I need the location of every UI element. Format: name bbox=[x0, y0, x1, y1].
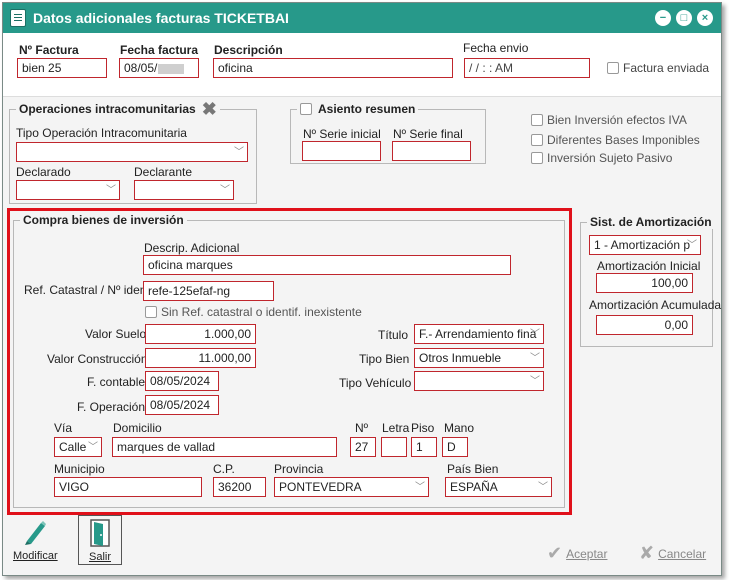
fecha-envio-input[interactable]: / / : : AM bbox=[464, 58, 590, 78]
checkbox-icon bbox=[300, 103, 312, 115]
cross-icon: ✘ bbox=[639, 543, 655, 563]
amortizacion-inicial-input[interactable]: 100,00 bbox=[596, 273, 693, 293]
amortizacion-title: Sist. de Amortización bbox=[587, 215, 715, 229]
chevron-down-icon: ﹀ bbox=[106, 185, 116, 196]
asiento-resumen-checkbox[interactable] bbox=[300, 103, 316, 115]
cancelar-label: Cancelar bbox=[658, 546, 707, 561]
serie-final-label: Nº Serie final bbox=[393, 127, 463, 141]
factura-input[interactable]: bien 25 bbox=[17, 58, 107, 78]
aceptar-button[interactable]: ✔ Aceptar bbox=[547, 543, 607, 564]
intracomunitarias-group: Operaciones intracomunitarias ✖ Tipo Ope… bbox=[9, 100, 257, 204]
bases-imponibles-checkbox[interactable]: Diferentes Bases Imponibles bbox=[531, 133, 700, 147]
redacted-block bbox=[158, 63, 185, 74]
fecha-envio-label: Fecha envio bbox=[463, 41, 529, 55]
descripcion-input[interactable]: oficina bbox=[213, 58, 453, 78]
asiento-resumen-title[interactable]: Asiento resumen bbox=[297, 102, 419, 116]
checkbox-icon bbox=[531, 114, 543, 126]
amortizacion-acumulada-label: Amortización Acumulada bbox=[589, 298, 722, 312]
bien-inversion-label: Bien Inversión efectos IVA bbox=[547, 113, 687, 127]
modificar-label: Modificar bbox=[13, 550, 58, 562]
clear-x-icon[interactable]: ✖ bbox=[202, 100, 217, 118]
declarado-select[interactable]: ﹀ bbox=[16, 180, 120, 200]
chevron-down-icon: ﹀ bbox=[220, 185, 230, 196]
checkmark-icon: ✔ bbox=[547, 543, 563, 563]
salir-label: Salir bbox=[88, 551, 111, 563]
amortizacion-group: Sist. de Amortización 1 - Amortización p… bbox=[580, 215, 721, 347]
modificar-button[interactable]: Modificar bbox=[13, 517, 58, 563]
minimize-icon[interactable]: − bbox=[655, 10, 671, 26]
factura-enviada-checkbox[interactable]: Factura enviada bbox=[607, 61, 709, 75]
serie-inicial-input[interactable] bbox=[302, 141, 381, 161]
sistema-amortizacion-select[interactable]: 1 - Amortización p ﹀ bbox=[589, 235, 701, 255]
highlight-frame bbox=[7, 208, 572, 515]
sujeto-pasivo-checkbox[interactable]: Inversión Sujeto Pasivo bbox=[531, 151, 672, 165]
intracomunitarias-title-text: Operaciones intracomunitarias bbox=[19, 102, 196, 116]
bases-imponibles-label: Diferentes Bases Imponibles bbox=[547, 133, 700, 147]
dialog-window: Datos adicionales facturas TICKETBAI − □… bbox=[2, 2, 722, 576]
salir-button[interactable]: Salir bbox=[78, 515, 122, 565]
chevron-down-icon: ﹀ bbox=[687, 240, 697, 251]
chevron-down-icon: ﹀ bbox=[234, 147, 244, 158]
header-panel: Nº Factura bien 25 Fecha factura 08/05/ … bbox=[3, 33, 721, 97]
amortizacion-inicial-label: Amortización Inicial bbox=[597, 259, 701, 273]
tipo-operacion-label: Tipo Operación Intracomunitaria bbox=[16, 126, 187, 140]
checkbox-icon bbox=[531, 152, 543, 164]
amortizacion-acumulada-input[interactable]: 0,00 bbox=[596, 315, 693, 335]
cancelar-button[interactable]: ✘ Cancelar bbox=[639, 543, 706, 564]
serie-inicial-label: Nº Serie inicial bbox=[303, 127, 381, 141]
tipo-operacion-select[interactable]: ﹀ bbox=[16, 142, 248, 162]
document-icon bbox=[10, 9, 26, 27]
declarado-label: Declarado bbox=[16, 165, 71, 179]
descripcion-label: Descripción bbox=[214, 43, 283, 57]
declarante-select[interactable]: ﹀ bbox=[134, 180, 234, 200]
sistema-amortizacion-value: 1 - Amortización p bbox=[594, 238, 691, 252]
checkbox-icon bbox=[607, 62, 619, 74]
close-icon[interactable]: × bbox=[697, 10, 713, 26]
asiento-resumen-group: Asiento resumen Nº Serie inicial Nº Seri… bbox=[290, 102, 486, 164]
fecha-factura-label: Fecha factura bbox=[120, 43, 199, 57]
pen-icon bbox=[25, 521, 46, 545]
sujeto-pasivo-label: Inversión Sujeto Pasivo bbox=[547, 151, 673, 165]
serie-final-input[interactable] bbox=[392, 141, 471, 161]
title-bar: Datos adicionales facturas TICKETBAI − □… bbox=[3, 3, 721, 33]
checkbox-icon bbox=[531, 134, 543, 146]
fecha-factura-input[interactable]: 08/05/ bbox=[119, 58, 199, 78]
declarante-label: Declarante bbox=[134, 165, 193, 179]
exit-door-icon bbox=[90, 519, 110, 547]
asiento-resumen-title-text: Asiento resumen bbox=[318, 102, 416, 116]
window-title: Datos adicionales facturas TICKETBAI bbox=[33, 10, 289, 26]
intracomunitarias-title: Operaciones intracomunitarias ✖ bbox=[16, 100, 220, 118]
factura-label: Nº Factura bbox=[19, 43, 79, 57]
aceptar-label: Aceptar bbox=[566, 546, 608, 561]
maximize-icon[interactable]: □ bbox=[676, 10, 692, 26]
bien-inversion-checkbox[interactable]: Bien Inversión efectos IVA bbox=[531, 113, 687, 127]
factura-enviada-label: Factura enviada bbox=[623, 61, 710, 75]
